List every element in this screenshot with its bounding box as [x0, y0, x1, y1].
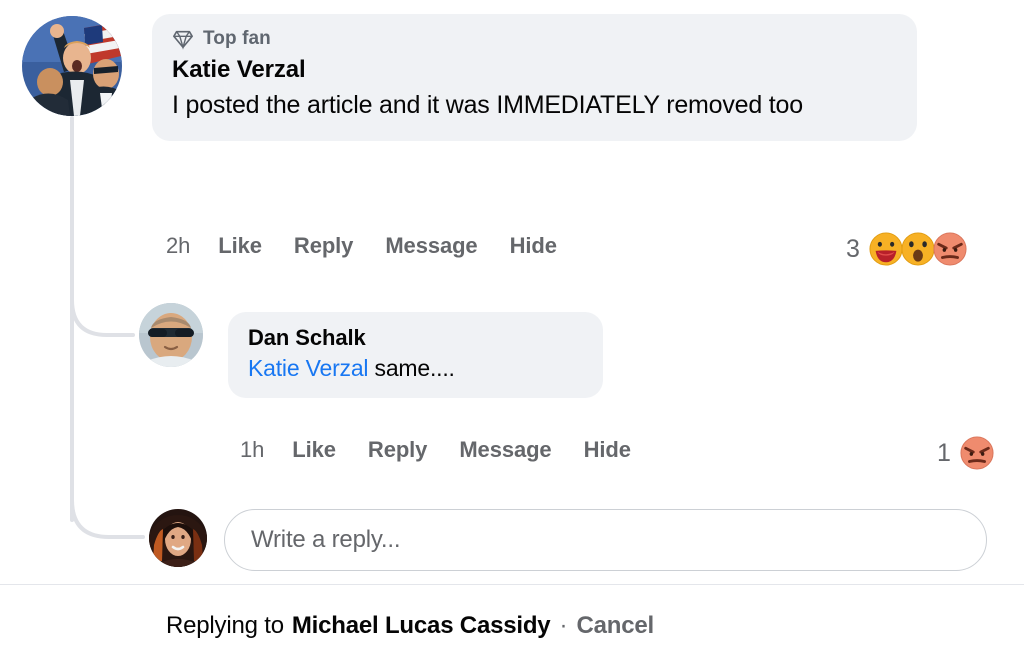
- katie-verzal-avatar[interactable]: [22, 16, 122, 116]
- hide-button[interactable]: Hide: [510, 233, 557, 259]
- cancel-reply-button[interactable]: Cancel: [576, 612, 654, 640]
- dan-schalk-avatar[interactable]: [139, 303, 203, 367]
- angry-reaction-icon: [960, 436, 994, 470]
- reply-reactions[interactable]: 1: [937, 436, 994, 470]
- reaction-count: 3: [846, 234, 860, 263]
- gem-icon: [173, 30, 193, 50]
- reply-hide-button[interactable]: Hide: [584, 437, 631, 463]
- comment-thread: Top fan Katie Verzal I posted the articl…: [0, 0, 1024, 645]
- user-mention-link[interactable]: Katie Verzal: [248, 355, 369, 381]
- reply-reaction-count: 1: [937, 438, 951, 467]
- comment-action-row: 2h Like Reply Message Hide: [166, 233, 557, 259]
- wow-reaction-icon: [901, 232, 935, 266]
- reply-message-button[interactable]: Message: [459, 437, 551, 463]
- footer-divider: [0, 584, 1024, 585]
- reply-reaction-emoji-group[interactable]: [960, 436, 994, 470]
- replying-to-label: Replying to: [166, 612, 284, 639]
- reply-body-remainder: same....: [368, 355, 455, 382]
- reaction-emoji-group[interactable]: [869, 232, 967, 266]
- comment-timestamp[interactable]: 2h: [166, 233, 190, 259]
- message-button[interactable]: Message: [385, 233, 477, 259]
- replying-to-bar: Replying to Michael Lucas Cassidy · Canc…: [166, 612, 654, 640]
- reply-like-button[interactable]: Like: [292, 437, 336, 463]
- reply-input-placeholder: Write a reply...: [251, 526, 401, 553]
- reply-body-text: Katie Verzal same....: [248, 353, 583, 384]
- reply-button[interactable]: Reply: [294, 233, 354, 259]
- reply-reply-button[interactable]: Reply: [368, 437, 428, 463]
- comment-author-name[interactable]: Katie Verzal: [172, 55, 897, 84]
- current-user-avatar[interactable]: [149, 509, 207, 567]
- like-button[interactable]: Like: [218, 233, 262, 259]
- reply-timestamp[interactable]: 1h: [240, 437, 264, 463]
- top-fan-badge: Top fan: [172, 28, 897, 50]
- top-fan-label: Top fan: [203, 28, 271, 49]
- haha-reaction-icon: [869, 232, 903, 266]
- comment-body-text: I posted the article and it was IMMEDIAT…: [172, 91, 803, 120]
- reply-action-row: 1h Like Reply Message Hide: [240, 437, 631, 463]
- footer-separator: ·: [559, 612, 568, 639]
- reply-input-field[interactable]: Write a reply...: [224, 509, 987, 571]
- comment-reactions[interactable]: 3: [846, 232, 967, 266]
- katie-verzal-comment-bubble: Top fan Katie Verzal I posted the articl…: [152, 14, 917, 141]
- dan-schalk-reply-bubble: Dan Schalk Katie Verzal same....: [228, 312, 603, 399]
- reply-author-name[interactable]: Dan Schalk: [248, 324, 583, 351]
- angry-reaction-icon: [933, 232, 967, 266]
- replying-to-name[interactable]: Michael Lucas Cassidy: [292, 612, 551, 640]
